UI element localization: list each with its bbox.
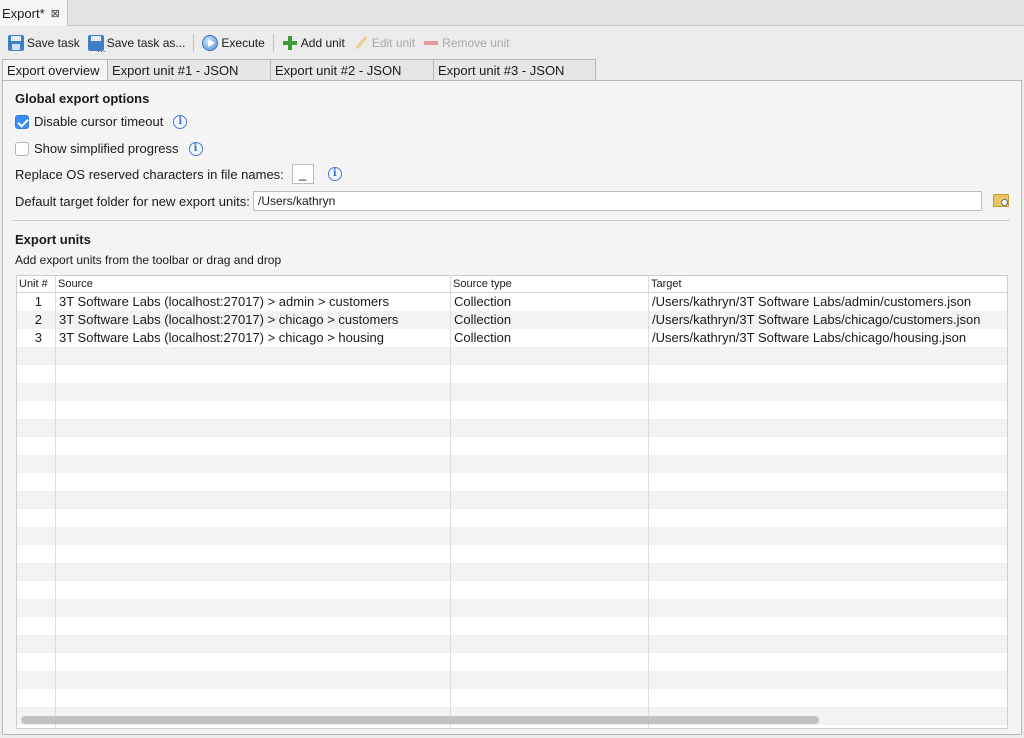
table-row[interactable]: 3 3T Software Labs (localhost:27017) > c… [17,329,1007,347]
add-unit-label: Add unit [300,36,345,50]
cell-source: 3T Software Labs (localhost:27017) > chi… [59,312,399,327]
empty-table-row [17,581,1007,599]
empty-table-row [17,437,1007,455]
column-header-source[interactable]: Source [56,276,451,293]
cell-unit: 1 [34,294,42,309]
empty-table-row [17,725,1007,728]
empty-table-row [17,527,1007,545]
global-options-title: Global export options [15,91,150,106]
export-tabs: Export overview Export unit #1 - JSON Ex… [2,59,596,81]
save-task-label: Save task [27,36,80,50]
empty-table-row [17,365,1007,383]
show-simplified-progress-row: Show simplified progress i [15,141,203,156]
column-header-source-type[interactable]: Source type [451,276,649,293]
empty-table-row [17,671,1007,689]
save-task-as-label: Save task as... [106,36,186,50]
empty-table-row [17,617,1007,635]
replace-os-chars-label: Replace OS reserved characters in file n… [15,166,284,182]
cell-target: /Users/kathryn/3T Software Labs/chicago/… [652,312,981,327]
save-icon [8,35,24,51]
default-target-folder-input[interactable]: /Users/kathryn [253,191,982,211]
info-icon[interactable]: i [188,141,203,156]
editor-tab-strip: Export* ⊠ [0,0,1024,26]
edit-unit-button[interactable]: Edit unit [349,32,419,54]
empty-table-row [17,653,1007,671]
edit-unit-label: Edit unit [371,36,416,50]
save-as-icon [87,35,106,54]
table-row[interactable]: 1 3T Software Labs (localhost:27017) > a… [17,293,1007,311]
remove-unit-label: Remove unit [442,36,510,50]
minus-icon [423,35,439,51]
cell-source-type: Collection [454,312,512,327]
editor-tab-title: Export* [2,5,45,21]
empty-table-row [17,419,1007,437]
tab-export-overview[interactable]: Export overview [2,59,108,81]
cell-unit: 2 [34,312,42,327]
cell-source-type: Collection [454,294,512,309]
browse-folder-icon[interactable] [993,194,1009,207]
plus-icon [282,35,298,51]
show-simplified-progress-checkbox[interactable] [15,141,29,156]
play-icon [202,35,219,51]
tab-export-unit-3[interactable]: Export unit #3 - JSON [433,59,596,80]
cell-source: 3T Software Labs (localhost:27017) > adm… [59,294,389,309]
info-icon[interactable]: i [327,167,342,181]
cell-source: 3T Software Labs (localhost:27017) > chi… [59,330,384,345]
toolbar-separator [272,34,274,52]
add-unit-button[interactable]: Add unit [278,32,349,54]
replace-char-input[interactable]: _ [291,164,314,184]
empty-table-row [17,599,1007,617]
column-divider [648,293,649,728]
export-units-title: Export units [15,232,91,247]
column-header-target[interactable]: Target [649,276,1007,293]
empty-table-row [17,473,1007,491]
empty-table-row [17,491,1007,509]
disable-cursor-timeout-label: Disable cursor timeout [34,114,164,129]
save-task-as-button[interactable]: Save task as... [84,32,190,54]
empty-table-row [17,545,1007,563]
execute-button[interactable]: Execute [198,32,268,54]
empty-table-row [17,383,1007,401]
remove-unit-button[interactable]: Remove unit [419,32,513,54]
table-row[interactable]: 2 3T Software Labs (localhost:27017) > c… [17,311,1007,329]
close-icon[interactable]: ⊠ [51,7,60,20]
column-header-unit[interactable]: Unit # [17,276,56,293]
disable-cursor-timeout-checkbox[interactable] [15,114,29,129]
tab-export-unit-1[interactable]: Export unit #1 - JSON [107,59,271,80]
empty-table-row [17,401,1007,419]
cell-target: /Users/kathryn/3T Software Labs/admin/cu… [652,294,972,309]
save-task-button[interactable]: Save task [4,32,84,54]
empty-table-row [17,455,1007,473]
column-divider [450,293,451,728]
disable-cursor-timeout-row: Disable cursor timeout i [15,114,188,129]
info-icon[interactable]: i [173,114,188,129]
table-header: Unit # Source Source type Target [17,276,1007,293]
empty-table-row [17,635,1007,653]
horizontal-scrollbar[interactable] [21,716,819,724]
default-target-folder-label: Default target folder for new export uni… [15,194,250,209]
show-simplified-progress-label: Show simplified progress [34,141,179,156]
cell-source-type: Collection [454,330,512,345]
editor-tab-export[interactable]: Export* ⊠ [0,0,68,26]
export-units-hint: Add export units from the toolbar or dra… [15,253,282,267]
toolbar: Save task Save task as... Execute Add un… [0,30,1024,56]
empty-table-row [17,509,1007,527]
section-divider [12,220,1010,221]
replace-os-chars-row: Replace OS reserved characters in file n… [15,164,342,184]
toolbar-separator [193,34,195,52]
empty-table-row [17,347,1007,365]
empty-table-row [17,563,1007,581]
cell-unit: 3 [34,330,42,345]
cell-target: /Users/kathryn/3T Software Labs/chicago/… [652,330,967,345]
execute-label: Execute [221,36,265,50]
tab-export-unit-2[interactable]: Export unit #2 - JSON [270,59,434,80]
empty-table-row [17,689,1007,707]
export-units-table: Unit # Source Source type Target 1 3T So… [16,275,1008,729]
column-divider [55,293,56,728]
pencil-icon [353,35,369,51]
